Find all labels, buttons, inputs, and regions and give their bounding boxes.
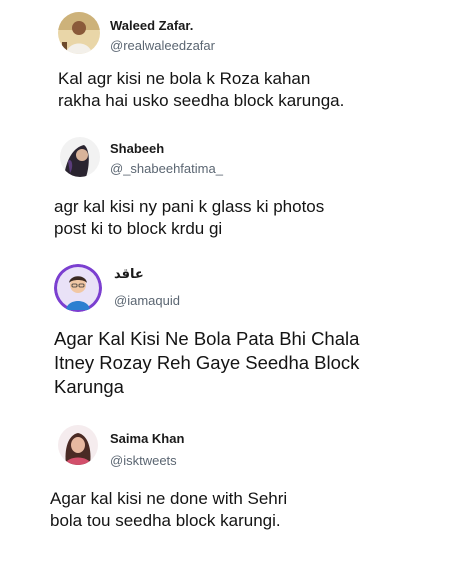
tweet-text-line: Agar kal kisi ne done with Sehri — [50, 489, 288, 508]
tweet-text-line: bola tou seedha block karungi. — [50, 511, 281, 531]
profile-photo-icon — [58, 425, 98, 465]
user-handle[interactable]: @isktweets — [110, 453, 177, 468]
display-name[interactable]: Saima Khan — [110, 431, 184, 446]
tweet-text: Agar kal kisi ne done with Sehri bola to… — [50, 488, 287, 533]
avatar[interactable] — [58, 425, 98, 465]
tweet-card: Saima Khan @isktweets Agar kal kisi ne d… — [0, 0, 450, 562]
